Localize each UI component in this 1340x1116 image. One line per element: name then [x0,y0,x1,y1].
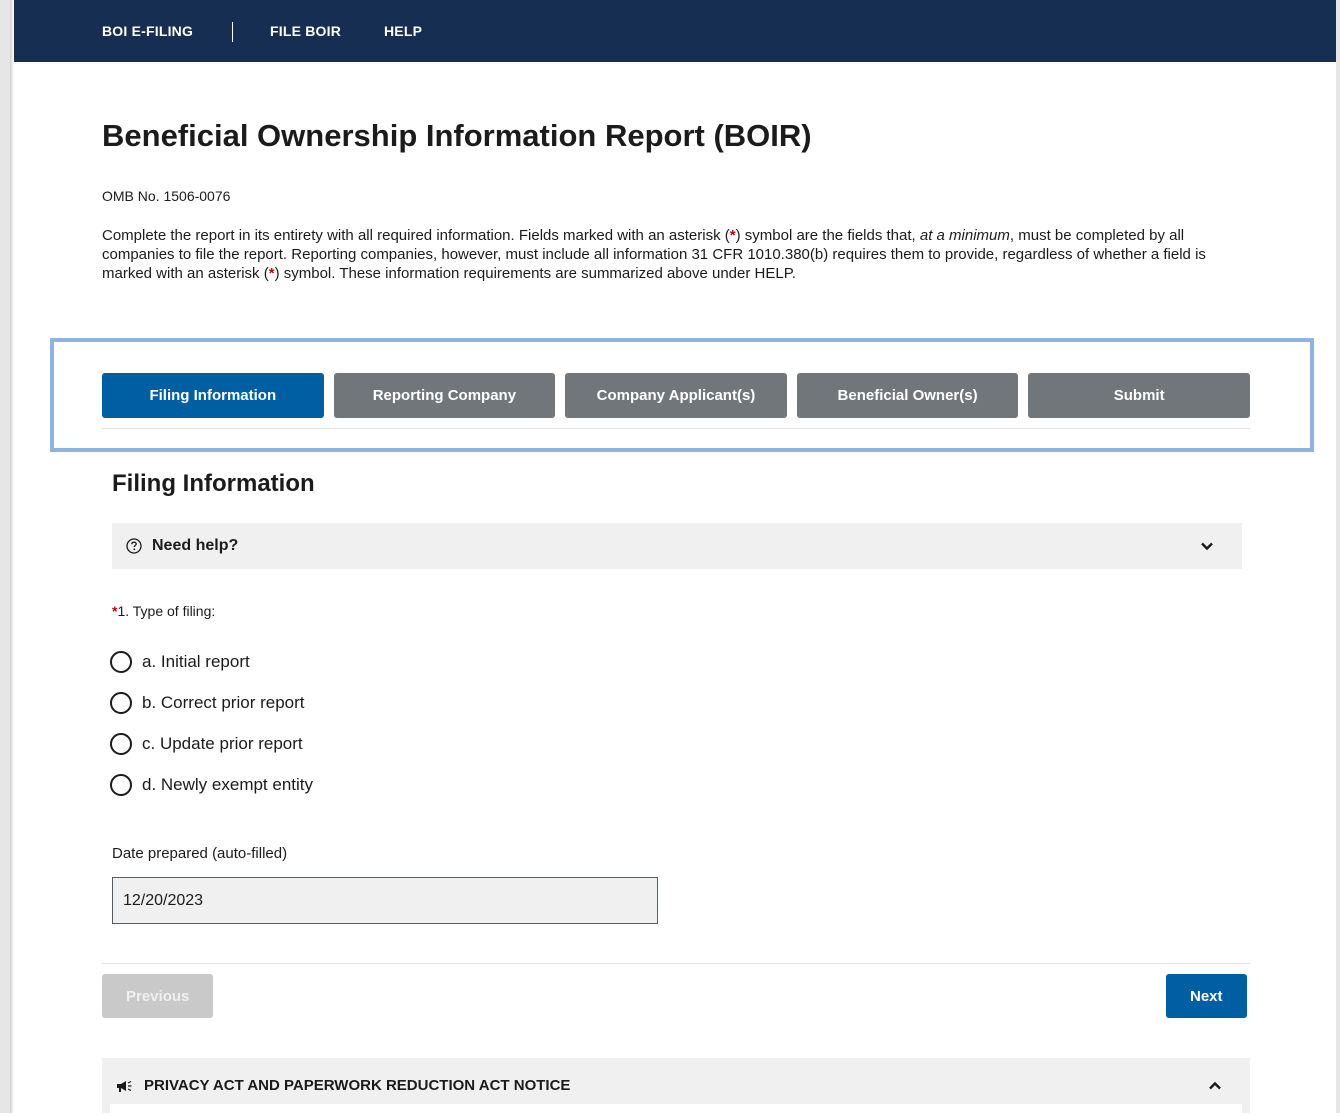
window-edge [10,0,14,1113]
radio-update-prior-report[interactable]: c. Update prior report [110,723,313,764]
chevron-down-icon [1198,537,1216,555]
radio-newly-exempt-entity[interactable]: d. Newly exempt entity [110,764,313,805]
step-tab-filing-information[interactable]: Filing Information [102,373,324,418]
intro-emphasis: at a minimum [919,227,1010,244]
intro-text-part1: Complete the report in its entirety with… [102,227,730,244]
previous-button[interactable]: Previous [102,974,214,1018]
section-title: Filing Information [112,470,315,497]
radio-button[interactable] [110,650,132,673]
step-tabs: Filing Information Reporting Company Com… [102,373,1250,418]
page-title: Beneficial Ownership Information Report … [102,118,812,153]
type-of-filing-text: 1. Type of filing: [117,603,216,619]
date-prepared-input[interactable] [112,877,658,924]
nav-separator [232,22,233,42]
type-of-filing-label: *1. Type of filing: [112,603,215,619]
type-of-filing-radio-group: a. Initial report b. Correct prior repor… [110,641,313,805]
nav-link-boi-efiling[interactable]: BOI E-FILING [102,23,193,39]
step-tab-reporting-company[interactable]: Reporting Company [333,373,556,418]
radio-label: a. Initial report [142,651,250,671]
privacy-notice-label: PRIVACY ACT AND PAPERWORK REDUCTION ACT … [144,1077,571,1094]
megaphone-icon [114,1076,134,1096]
radio-button[interactable] [110,773,132,796]
step-tab-submit[interactable]: Submit [1028,373,1250,418]
next-button[interactable]: Next [1166,974,1247,1018]
privacy-notice-content [110,1104,1242,1116]
nav-link-file-boir[interactable]: FILE BOIR [270,23,341,39]
step-tab-company-applicants[interactable]: Company Applicant(s) [565,373,787,418]
omb-number: OMB No. 1506-0076 [102,188,231,204]
radio-label: b. Correct prior report [142,692,305,712]
date-prepared-label: Date prepared (auto-filled) [112,845,288,862]
privacy-notice-accordion[interactable]: PRIVACY ACT AND PAPERWORK REDUCTION ACT … [102,1058,1250,1116]
question-circle-icon [124,536,144,556]
need-help-accordion[interactable]: Need help? [112,523,1242,569]
radio-label: c. Update prior report [142,733,303,753]
radio-initial-report[interactable]: a. Initial report [110,641,313,682]
nav-link-help[interactable]: HELP [384,23,422,39]
intro-text-part2: ) symbol are the fields that, [735,227,920,244]
intro-text: Complete the report in its entirety with… [102,226,1252,283]
radio-label: d. Newly exempt entity [142,774,314,794]
divider [102,963,1250,964]
intro-text-part4: ) symbol. These information requirements… [274,265,796,282]
step-tab-beneficial-owners[interactable]: Beneficial Owner(s) [796,373,1019,418]
radio-button[interactable] [110,732,132,755]
chevron-up-icon [1206,1077,1224,1095]
top-navigation: BOI E-FILING FILE BOIR HELP [14,0,1336,62]
need-help-label: Need help? [152,537,239,554]
radio-correct-prior-report[interactable]: b. Correct prior report [110,682,313,723]
divider [102,428,1250,429]
radio-button[interactable] [110,691,132,714]
